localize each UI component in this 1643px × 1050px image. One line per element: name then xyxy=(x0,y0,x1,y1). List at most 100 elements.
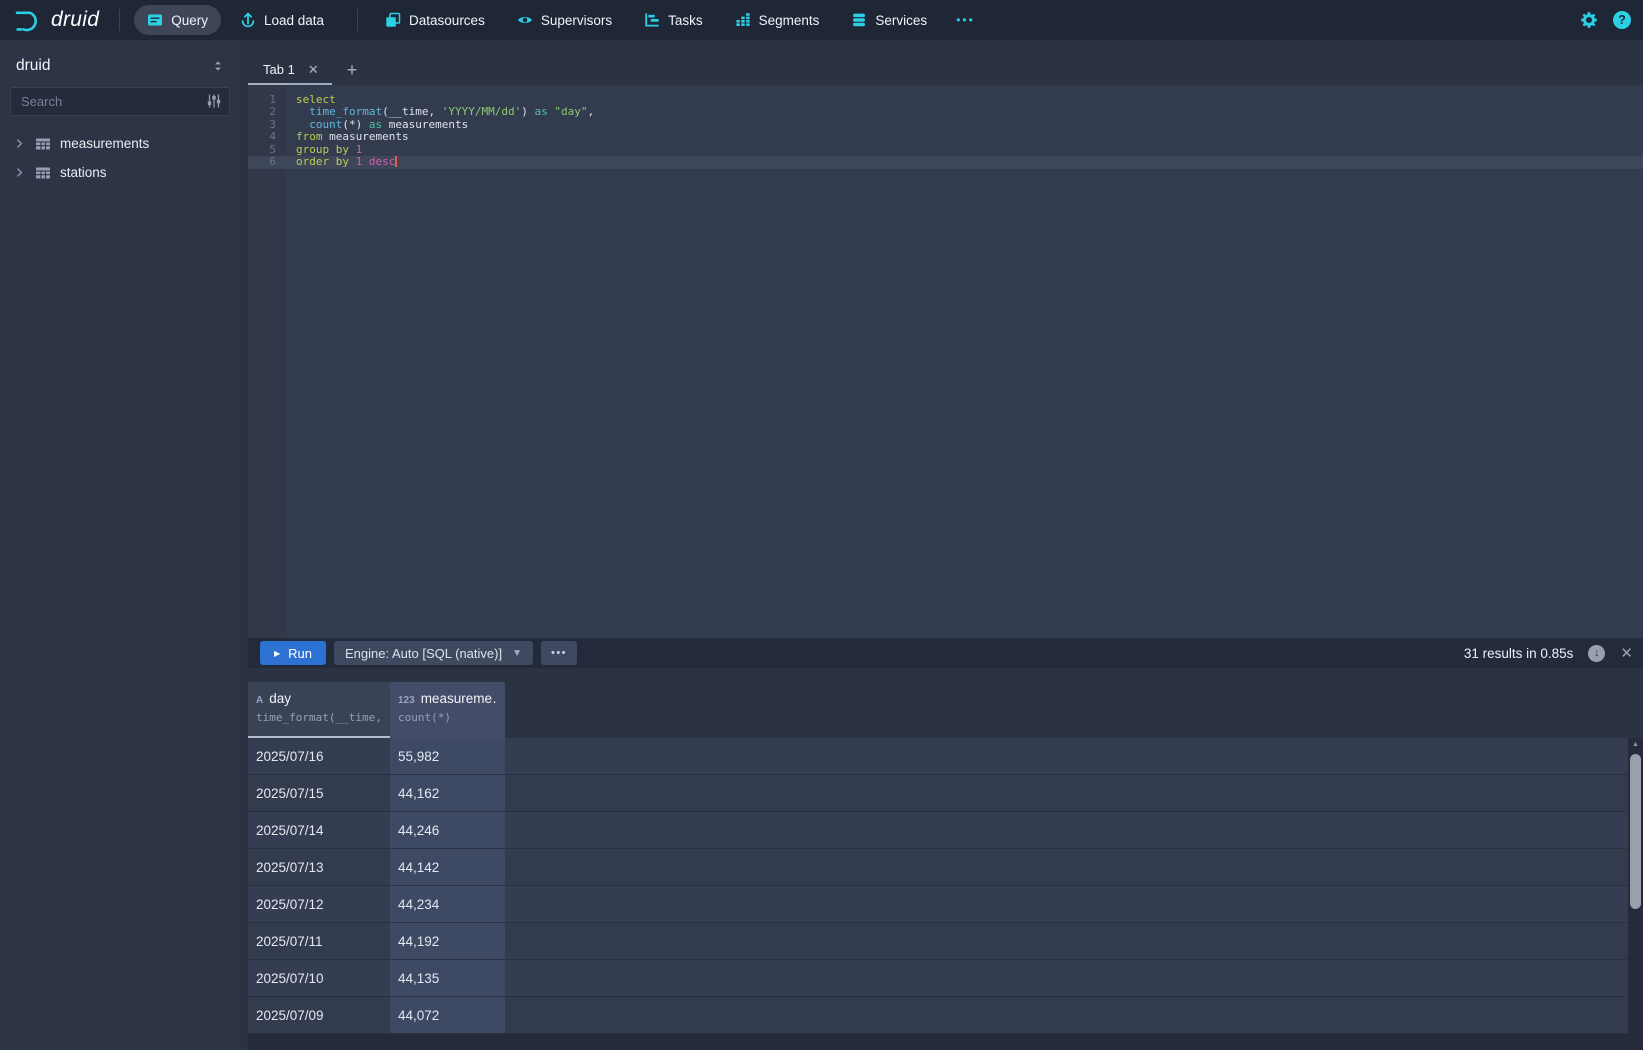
druid-logo[interactable]: druid xyxy=(14,6,99,34)
help-icon[interactable]: ? xyxy=(1613,11,1631,29)
table-icon xyxy=(35,136,51,152)
cell-day[interactable]: 2025/07/11 xyxy=(248,923,390,959)
code-line[interactable]: group by 1 xyxy=(296,144,1643,156)
filter-sliders-icon[interactable] xyxy=(206,93,222,109)
results-header: A day time_format(__time,… 123 measureme… xyxy=(248,682,1628,738)
cell-day[interactable]: 2025/07/13 xyxy=(248,849,390,885)
table-row[interactable]: 2025/07/1144,192 xyxy=(248,923,1628,960)
text-cursor xyxy=(395,156,397,167)
query-more-button[interactable]: ••• xyxy=(541,641,577,665)
tree-item-label: measurements xyxy=(60,136,149,151)
cell-measurements[interactable]: 44,192 xyxy=(390,923,505,959)
cell-day[interactable]: 2025/07/09 xyxy=(248,997,390,1033)
chevron-down-icon: ▼ xyxy=(512,648,522,659)
nav-segments[interactable]: Segments xyxy=(722,5,833,35)
vertical-scrollbar[interactable]: ▲ xyxy=(1628,738,1643,1050)
result-status-text: 31 results in 0.85s xyxy=(1464,646,1574,661)
results-table: A day time_format(__time,… 123 measureme… xyxy=(248,682,1643,1050)
sql-editor[interactable]: 123456 select time_format(__time, 'YYYY/… xyxy=(248,85,1643,638)
cell-measurements[interactable]: 44,135 xyxy=(390,960,505,996)
table-row[interactable]: 2025/07/1444,246 xyxy=(248,812,1628,849)
database-icon xyxy=(851,12,867,28)
add-tab-button[interactable]: + xyxy=(347,55,358,85)
column-header-day[interactable]: A day time_format(__time,… xyxy=(248,682,390,738)
table-row[interactable]: 2025/07/1655,982 xyxy=(248,738,1628,775)
navbar-divider xyxy=(357,9,358,31)
engine-label: Engine: Auto [SQL (native)] xyxy=(345,646,502,661)
cell-measurements[interactable]: 44,234 xyxy=(390,886,505,922)
horizontal-scrollbar[interactable] xyxy=(248,1034,1628,1050)
tab-bar: Tab 1 ✕ + xyxy=(248,55,1643,85)
query-icon xyxy=(147,12,163,28)
code-line[interactable]: from measurements xyxy=(296,131,1643,143)
nav-query[interactable]: Query xyxy=(134,5,221,35)
datasources-icon xyxy=(385,12,401,28)
line-number: 6 xyxy=(248,156,286,168)
tree-item-measurements[interactable]: measurements xyxy=(0,129,240,158)
nav-datasources[interactable]: Datasources xyxy=(372,5,498,35)
settings-gear-icon[interactable] xyxy=(1580,11,1598,29)
tab-query-1[interactable]: Tab 1 ✕ xyxy=(248,55,332,85)
cell-day[interactable]: 2025/07/10 xyxy=(248,960,390,996)
top-navbar: druid Query Load data Datasources Superv… xyxy=(0,0,1643,40)
nav-query-label: Query xyxy=(171,13,208,28)
table-row[interactable]: 2025/07/1044,135 xyxy=(248,960,1628,997)
engine-select[interactable]: Engine: Auto [SQL (native)] ▼ xyxy=(334,641,533,665)
tree-item-stations[interactable]: stations xyxy=(0,158,240,187)
cell-measurements[interactable]: 44,142 xyxy=(390,849,505,885)
string-type-icon: A xyxy=(256,695,263,706)
cell-day[interactable]: 2025/07/14 xyxy=(248,812,390,848)
cell-measurements[interactable]: 44,072 xyxy=(390,997,505,1033)
cell-measurements[interactable]: 44,246 xyxy=(390,812,505,848)
close-results-icon[interactable]: ✕ xyxy=(1620,644,1633,662)
table-row[interactable]: 2025/07/1544,162 xyxy=(248,775,1628,812)
tab-close-icon[interactable]: ✕ xyxy=(308,63,319,76)
tab-label: Tab 1 xyxy=(263,62,295,77)
table-row[interactable]: 2025/07/0944,072 xyxy=(248,997,1628,1034)
run-button[interactable]: ▶ Run xyxy=(260,641,326,665)
nav-load-data-label: Load data xyxy=(264,13,324,28)
nav-segments-label: Segments xyxy=(759,13,820,28)
nav-supervisors[interactable]: Supervisors xyxy=(504,5,625,35)
datasource-tree: measurements stations xyxy=(0,129,240,187)
code-line[interactable]: order by 1 desc xyxy=(296,156,1643,168)
cell-day[interactable]: 2025/07/15 xyxy=(248,775,390,811)
cell-day[interactable]: 2025/07/12 xyxy=(248,886,390,922)
column-name: measureme… xyxy=(421,691,497,706)
line-number: 1 xyxy=(248,94,286,106)
column-expression: count(*) xyxy=(398,711,497,724)
column-expression: time_format(__time,… xyxy=(256,711,382,724)
play-icon: ▶ xyxy=(274,649,280,658)
druid-wordmark: druid xyxy=(51,8,99,32)
line-number: 2 xyxy=(248,106,286,118)
eye-icon xyxy=(517,12,533,28)
download-results-icon[interactable]: ↓ xyxy=(1588,645,1605,662)
nav-load-data[interactable]: Load data xyxy=(227,5,337,35)
results-body: 2025/07/1655,9822025/07/1544,1622025/07/… xyxy=(248,738,1628,1034)
scroll-up-arrow-icon[interactable]: ▲ xyxy=(1628,738,1643,752)
table-icon xyxy=(35,165,51,181)
navbar-divider xyxy=(119,9,120,31)
table-row[interactable]: 2025/07/1344,142 xyxy=(248,849,1628,886)
run-bar: ▶ Run Engine: Auto [SQL (native)] ▼ ••• … xyxy=(248,638,1643,668)
nav-datasources-label: Datasources xyxy=(409,13,485,28)
schema-sidebar: druid xyxy=(0,40,240,1050)
column-header-measurements[interactable]: 123 measureme… count(*) xyxy=(390,682,505,738)
run-button-label: Run xyxy=(288,646,312,661)
cell-measurements[interactable]: 55,982 xyxy=(390,738,505,774)
nav-services[interactable]: Services xyxy=(838,5,940,35)
cell-day[interactable]: 2025/07/16 xyxy=(248,738,390,774)
search-input[interactable] xyxy=(10,87,230,116)
editor-code[interactable]: select time_format(__time, 'YYYY/MM/dd')… xyxy=(286,85,1643,169)
code-line[interactable]: time_format(__time, 'YYYY/MM/dd') as "da… xyxy=(296,106,1643,118)
table-row[interactable]: 2025/07/1244,234 xyxy=(248,886,1628,923)
query-workbench: Tab 1 ✕ + 123456 select time_format(__ti… xyxy=(248,40,1643,1050)
schema-title: druid xyxy=(16,57,50,75)
vertical-scrollbar-thumb[interactable] xyxy=(1630,754,1641,909)
nav-tasks[interactable]: Tasks xyxy=(631,5,716,35)
nav-more-button[interactable]: ••• xyxy=(946,13,985,27)
code-line[interactable]: count(*) as measurements xyxy=(296,119,1643,131)
sort-double-caret-icon[interactable] xyxy=(210,58,226,74)
chevron-right-icon xyxy=(13,166,26,179)
cell-measurements[interactable]: 44,162 xyxy=(390,775,505,811)
